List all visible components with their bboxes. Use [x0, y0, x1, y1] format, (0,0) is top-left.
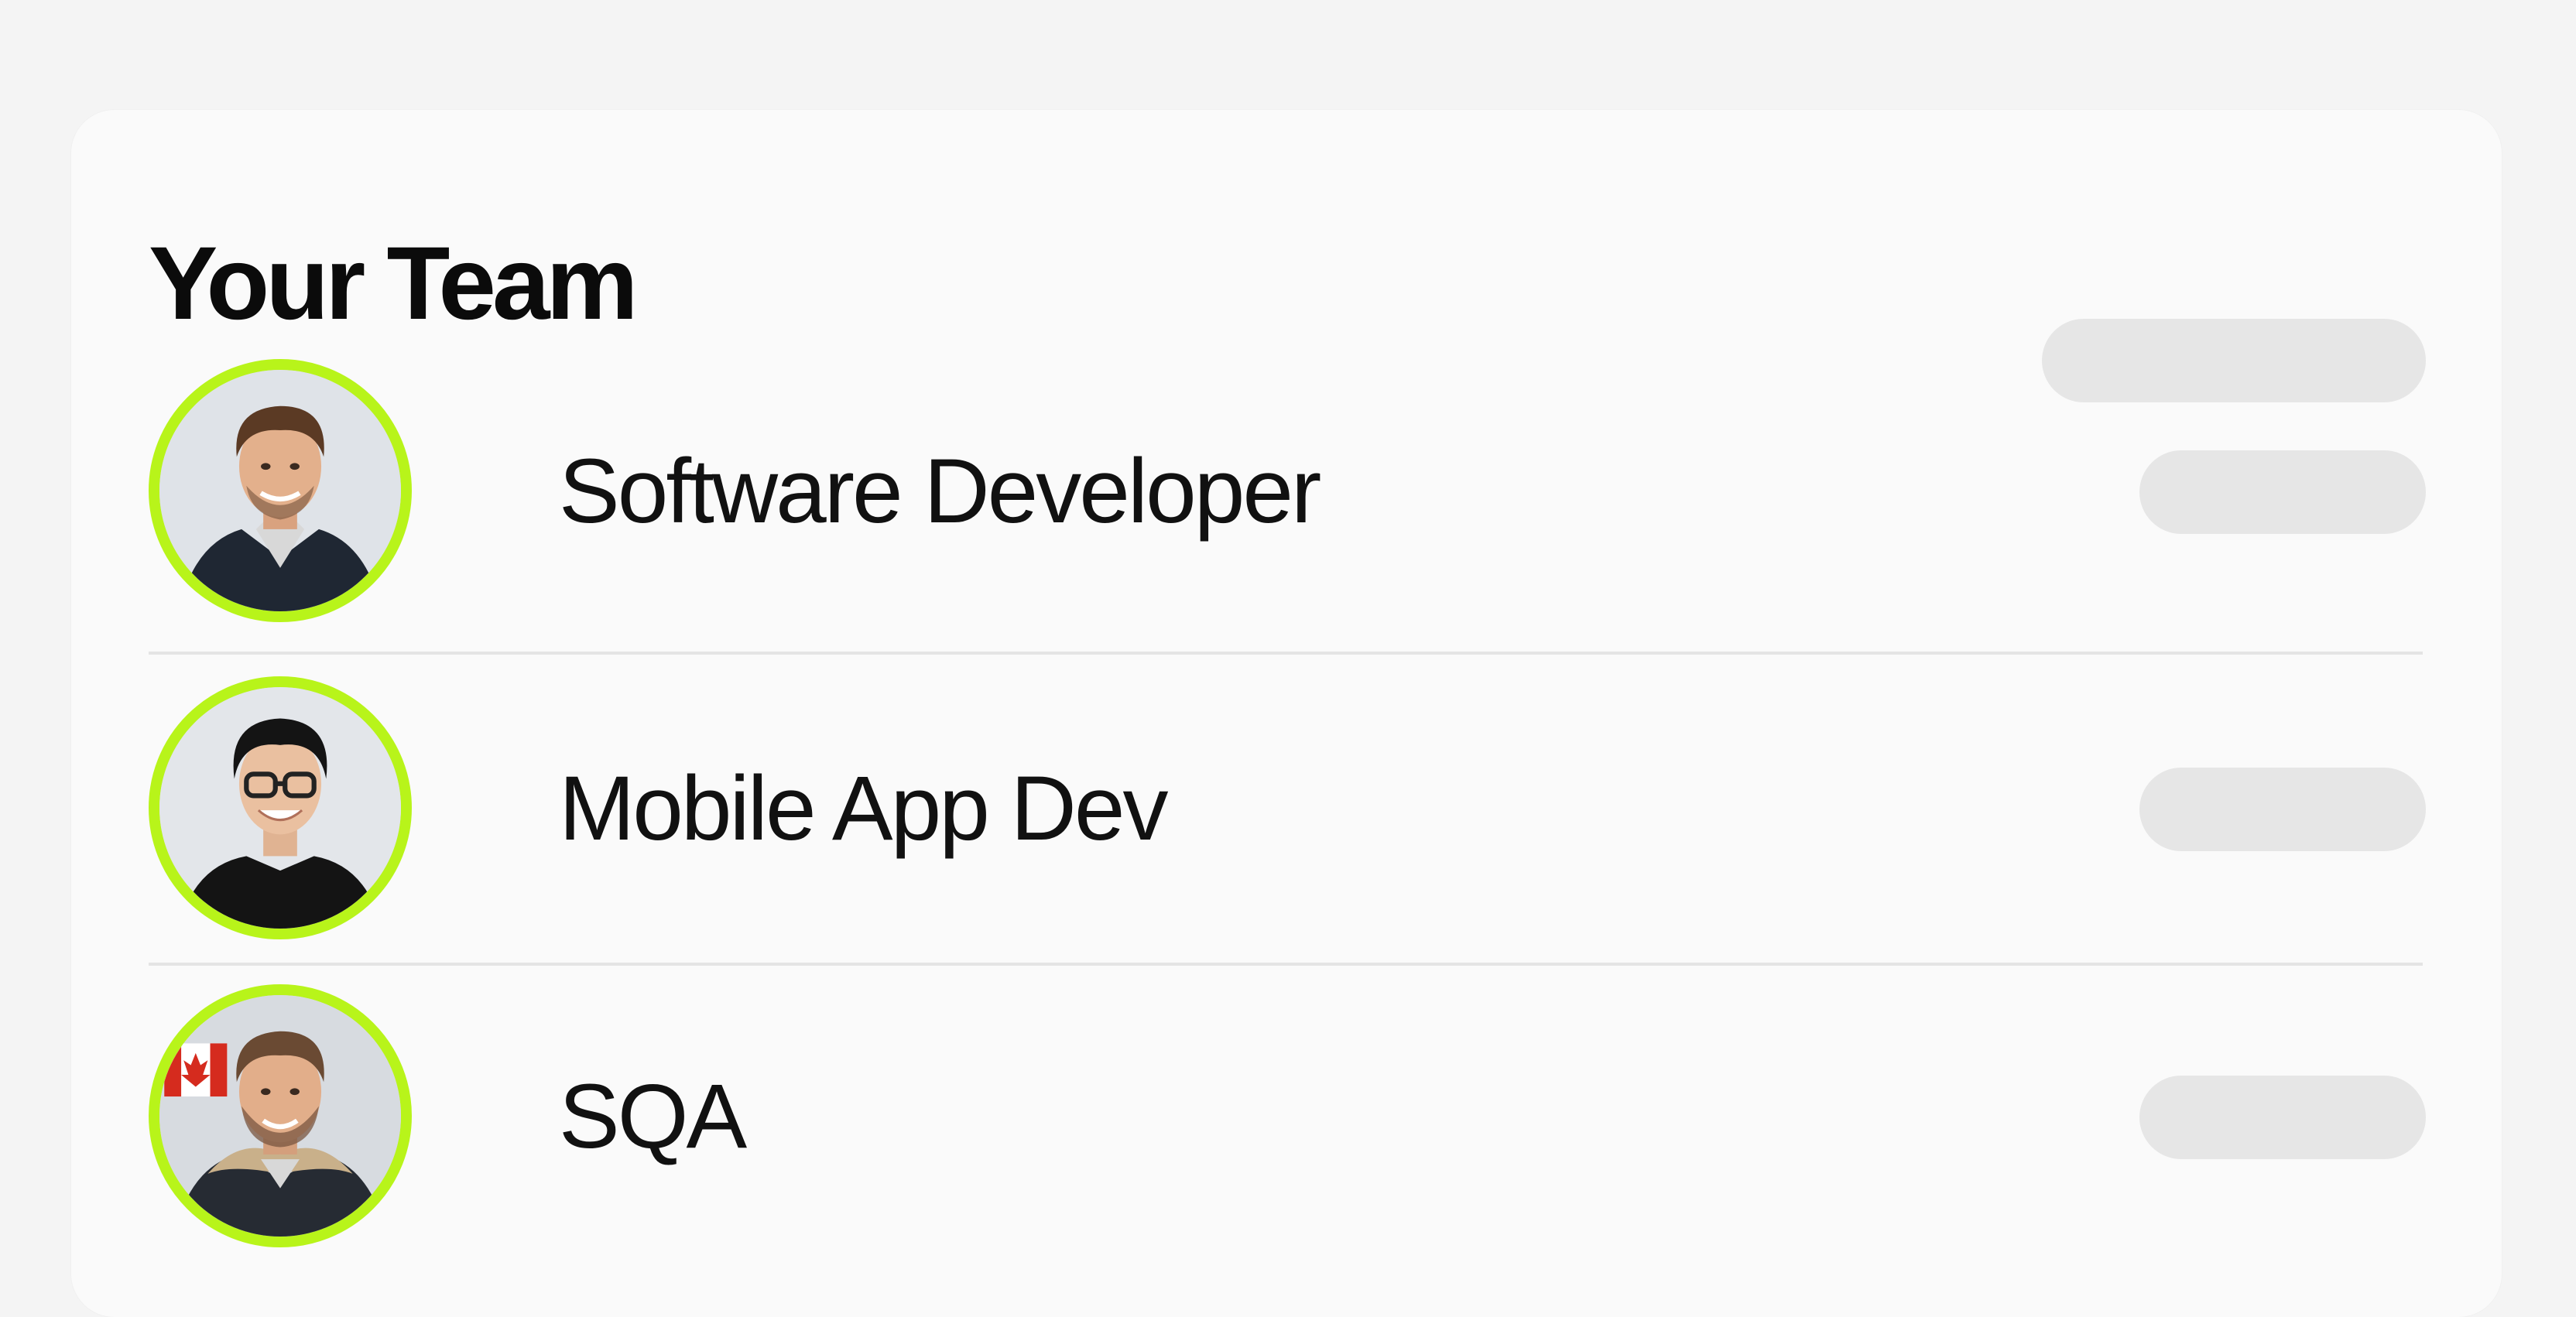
team-member-role: Mobile App Dev	[559, 758, 1168, 860]
row-placeholder-pill[interactable]	[2139, 1076, 2426, 1159]
avatar	[149, 359, 412, 622]
row-placeholder-pill[interactable]	[2139, 768, 2426, 851]
row-divider	[149, 652, 2423, 655]
row-divider	[149, 963, 2423, 966]
team-card: Your Team Software Developer Mobile App …	[71, 110, 2502, 1317]
avatar-man-glasses-icon	[159, 687, 401, 929]
team-member-row[interactable]: SQA	[149, 984, 2426, 1263]
avatar	[149, 984, 412, 1247]
avatar	[149, 676, 412, 939]
team-title: Your Team	[149, 226, 639, 341]
row-placeholder-pill[interactable]	[2139, 450, 2426, 534]
team-member-row[interactable]: Software Developer	[149, 359, 2426, 638]
team-header: Your Team	[149, 187, 2426, 402]
team-member-row[interactable]: Mobile App Dev	[149, 676, 2426, 955]
team-member-role: SQA	[559, 1066, 747, 1168]
team-member-role: Software Developer	[559, 440, 1321, 542]
avatar-man-canada-flag-icon	[159, 995, 401, 1237]
avatar-man-dark-hoodie-icon	[159, 370, 401, 611]
